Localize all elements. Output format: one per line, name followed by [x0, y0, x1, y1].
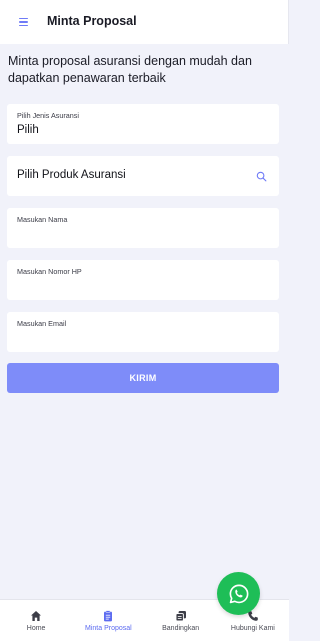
- compare-icon: [175, 611, 186, 622]
- app-header: Minta Proposal: [0, 0, 289, 44]
- intro-text: Minta proposal asuransi dengan mudah dan…: [8, 54, 252, 85]
- nav-item-bandingkan[interactable]: Bandingkan: [145, 600, 217, 641]
- nav-label-hubungi-kami: Hubungi Kami: [230, 625, 275, 632]
- insurance-type-select[interactable]: Pilih Jenis Asuransi Pilih: [7, 104, 279, 144]
- name-field[interactable]: Masukan Nama: [7, 208, 279, 248]
- home-icon: [31, 611, 42, 621]
- insurance-type-label: Pilih Jenis Asuransi: [17, 111, 79, 120]
- whatsapp-icon: [229, 584, 248, 603]
- clipboard-icon: [104, 610, 113, 622]
- whatsapp-button[interactable]: [217, 572, 260, 615]
- hamburger-icon[interactable]: [19, 18, 28, 26]
- nav-label-minta-proposal: Minta Proposal: [85, 625, 132, 632]
- nav-item-home[interactable]: Home: [0, 600, 72, 641]
- email-field-label: Masukan Email: [17, 319, 67, 328]
- insurance-product-search[interactable]: Pilih Produk Asuransi: [7, 156, 279, 196]
- name-field-label: Masukan Nama: [17, 215, 68, 224]
- nav-label-home: Home: [26, 625, 46, 632]
- phone-field[interactable]: Masukan Nomor HP: [7, 260, 279, 300]
- phone-field-label: Masukan Nomor HP: [17, 267, 82, 276]
- nav-item-minta-proposal[interactable]: Minta Proposal: [72, 600, 144, 641]
- search-icon[interactable]: [256, 171, 267, 182]
- submit-button[interactable]: KIRIM: [7, 363, 279, 393]
- insurance-product-placeholder: Pilih Produk Asuransi: [17, 169, 126, 181]
- nav-label-bandingkan: Bandingkan: [162, 625, 200, 632]
- insurance-type-value: Pilih: [17, 124, 39, 136]
- page-title: Minta Proposal: [47, 14, 137, 28]
- email-field[interactable]: Masukan Email: [7, 312, 279, 352]
